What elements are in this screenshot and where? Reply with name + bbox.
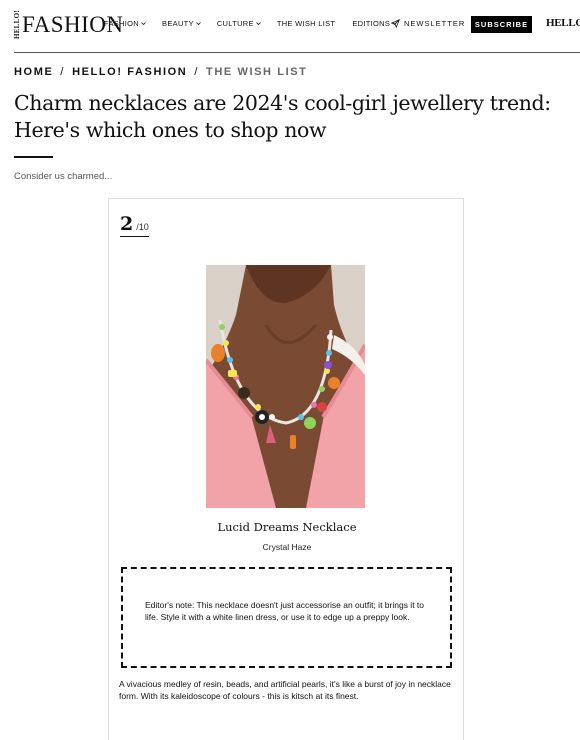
slide-total: /10 <box>136 222 149 232</box>
editor-note-box: Editor's note: This necklace doesn't jus… <box>121 567 452 668</box>
breadcrumb-hello-fashion[interactable]: HELLO! FASHION <box>72 66 187 78</box>
chevron-down-icon <box>196 21 201 26</box>
title-divider <box>14 156 53 158</box>
header-divider <box>14 52 580 53</box>
hello-logo[interactable]: HELLO! <box>546 17 580 29</box>
logo-hello-text: HELLO! <box>13 10 21 40</box>
breadcrumb-separator: / <box>60 66 66 78</box>
breadcrumb-current[interactable]: THE WISH LIST <box>206 66 307 78</box>
chevron-down-icon <box>256 21 261 26</box>
nav-item-label: EDITIONS <box>352 19 391 28</box>
nav-item-label: BEAUTY <box>162 19 194 28</box>
chevron-down-icon <box>141 21 146 26</box>
product-name[interactable]: Lucid Dreams Necklace <box>109 520 465 534</box>
breadcrumb: HOME / HELLO! FASHION / THE WISH LIST <box>14 66 307 78</box>
nav-item-label: THE WISH LIST <box>276 19 336 28</box>
product-brand: Crystal Haze <box>262 542 312 552</box>
paper-plane-icon <box>391 19 400 28</box>
product-card: 2 /10 Lucid Dreams Necklace Crystal Haze… <box>108 198 464 740</box>
nav-item-beauty[interactable]: BEAUTY <box>162 19 201 28</box>
page-title: Charm necklaces are 2024's cool-girl jew… <box>14 91 551 142</box>
newsletter-link[interactable]: NEWSLETTER <box>391 19 465 28</box>
product-image[interactable] <box>206 265 365 508</box>
nav-item-fashion[interactable]: FASHION <box>104 19 146 28</box>
breadcrumb-home[interactable]: HOME <box>14 66 53 78</box>
breadcrumb-separator: / <box>194 66 200 78</box>
main-nav: FASHION BEAUTY CULTURE THE WISH LIST EDI… <box>104 19 397 28</box>
nav-item-label: FASHION <box>104 19 140 28</box>
nav-item-culture[interactable]: CULTURE <box>217 19 261 28</box>
nav-item-label: CULTURE <box>216 19 254 28</box>
article-standfirst: Consider us charmed... <box>14 171 113 182</box>
slide-current: 2 <box>120 213 134 235</box>
nav-item-wish-list[interactable]: THE WISH LIST <box>277 19 336 28</box>
newsletter-label: NEWSLETTER <box>404 19 466 28</box>
subscribe-button[interactable]: SUBSCRIBE <box>471 16 532 33</box>
editor-note-text: Editor's note: This necklace doesn't jus… <box>145 600 425 622</box>
slide-counter: 2 /10 <box>120 213 149 237</box>
site-header: HELLO! FASHION FASHION BEAUTY CULTURE TH… <box>0 0 580 52</box>
product-description: A vivacious medley of resin, beads, and … <box>119 679 451 701</box>
